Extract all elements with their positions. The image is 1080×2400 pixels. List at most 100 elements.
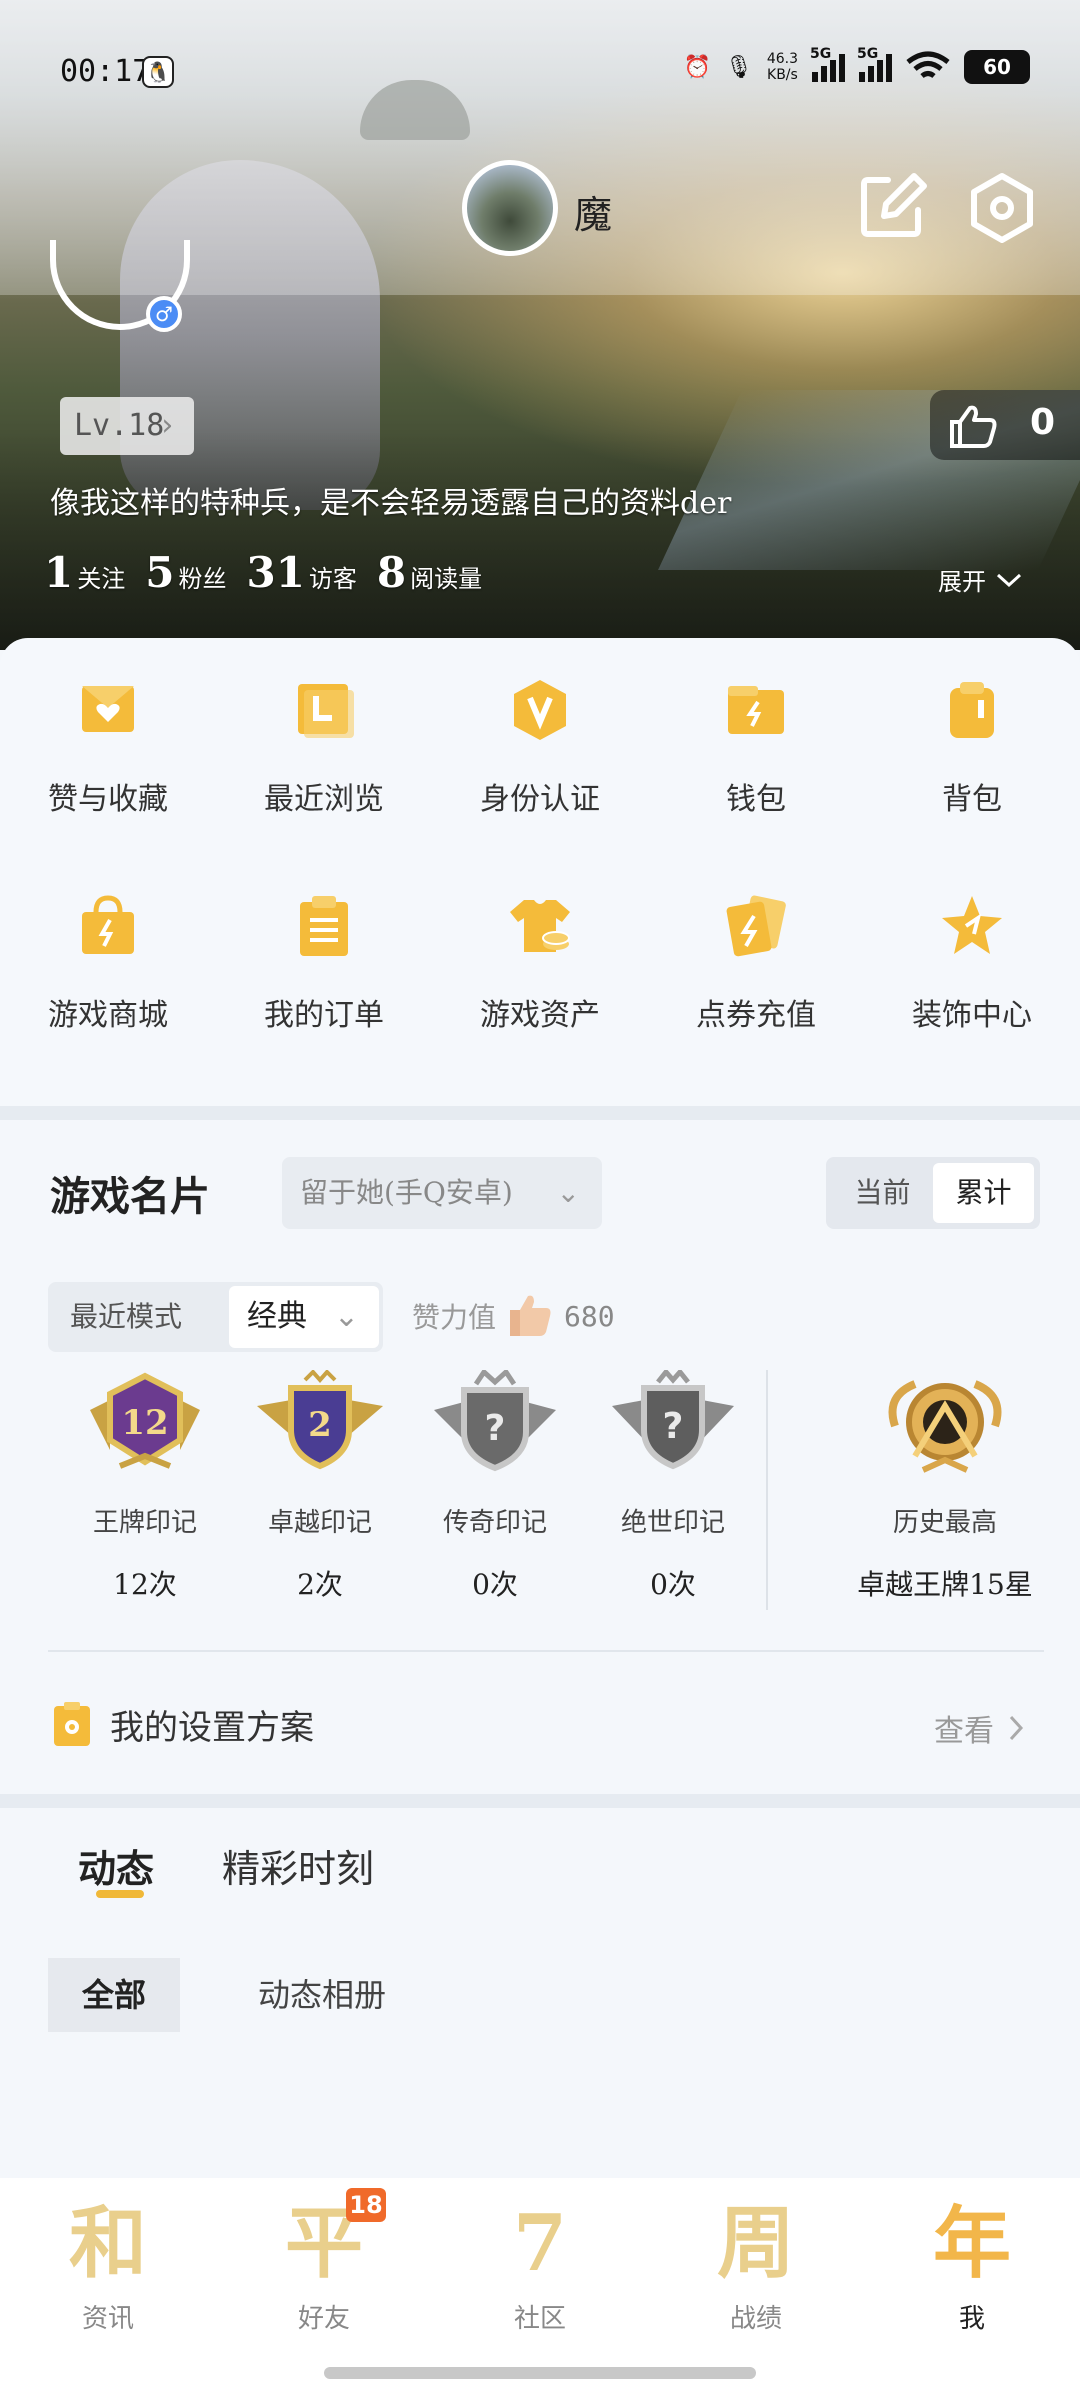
tab-highlights[interactable]: 精彩时刻 <box>222 1838 374 1893</box>
grid-item-assets[interactable]: 游戏资产 <box>432 894 648 1034</box>
grid-item-recent[interactable]: 最近浏览 <box>216 678 432 818</box>
filter-all[interactable]: 全部 <box>48 1958 180 2032</box>
svg-text:2: 2 <box>308 1405 332 1445</box>
level-badge[interactable]: Lv.18 › <box>60 397 194 455</box>
badge-peerless[interactable]: ? 绝世印记 0次 <box>588 1370 758 1603</box>
nav-friends[interactable]: 平 好友 <box>216 2196 432 2335</box>
profile-stats: 1 关注 5 粉丝 31 访客 8 阅读量 <box>44 548 482 597</box>
thumbs-up-icon <box>950 405 997 448</box>
like-button[interactable]: 0 <box>930 390 1080 460</box>
period-toggle: 当前 累计 <box>826 1157 1040 1229</box>
shirt-coins-icon <box>510 900 570 952</box>
active-tab-indicator <box>96 1890 144 1898</box>
chevron-down-icon <box>996 573 1022 587</box>
section-divider <box>0 1106 1080 1120</box>
shop-bag-icon <box>82 895 134 954</box>
grid-item-wallet[interactable]: 钱包 <box>648 678 864 818</box>
stat-visitors[interactable]: 31 访客 <box>246 548 356 597</box>
mode-dropdown[interactable]: 经典 ⌄ <box>229 1286 379 1348</box>
avatar[interactable] <box>462 160 558 256</box>
me-icon: 年 <box>932 2198 1011 2289</box>
chevron-down-icon: ⌄ <box>556 1176 580 1209</box>
verify-icon <box>514 680 566 740</box>
segment-current[interactable]: 当前 <box>832 1163 933 1223</box>
wallet-icon <box>728 686 784 734</box>
signal-icon: 5G <box>810 46 845 82</box>
ace-badge-icon: 12 <box>90 1372 200 1469</box>
grid-item-shop[interactable]: 游戏商城 <box>0 894 216 1034</box>
grid-item-backpack[interactable]: 背包 <box>864 678 1080 818</box>
home-indicator[interactable] <box>324 2367 756 2379</box>
records-icon: 周 <box>716 2198 795 2289</box>
edit-icon[interactable] <box>858 172 928 242</box>
filter-album[interactable]: 动态相册 <box>258 1958 458 2032</box>
praise-value: 赞力值 680 <box>412 1294 615 1338</box>
heart-folder-icon <box>82 686 134 732</box>
grid-item-decor[interactable]: 装饰中心 <box>864 894 1080 1034</box>
view-plan-link[interactable]: 查看 <box>934 1706 1024 1750</box>
nav-me[interactable]: 年 我 <box>864 2196 1080 2335</box>
like-count: 0 <box>1030 402 1056 443</box>
grid-item-orders[interactable]: 我的订单 <box>216 894 432 1034</box>
grid-item-likes-favorites[interactable]: 赞与收藏 <box>0 678 216 818</box>
alarm-icon: ⏰ <box>683 54 711 80</box>
recent-icon <box>298 684 354 738</box>
feature-grid: 赞与收藏 最近浏览 身份认证 钱包 背包 游戏商城 我的订单 游戏资产 点券充值… <box>0 678 1080 1034</box>
section-divider <box>0 1794 1080 1808</box>
status-bar: 00:17 🐧 ⏰ 🎙 46.3 KB/s 5G 5G 60 <box>0 40 1080 110</box>
wifi-icon <box>906 51 950 79</box>
star-icon <box>942 896 1002 954</box>
chevron-right-icon <box>1009 1715 1024 1741</box>
news-icon: 和 <box>68 2198 147 2289</box>
signal-icon-2: 5G <box>857 46 892 82</box>
network-speed: 46.3 KB/s <box>766 51 798 83</box>
settings-plan-row[interactable]: 我的设置方案 查看 <box>48 1690 1044 1760</box>
settings-icon[interactable] <box>966 172 1038 244</box>
clipboard-icon <box>300 896 348 956</box>
expand-button[interactable]: 展开 <box>938 562 1022 597</box>
game-card-title: 游戏名片 <box>50 1173 210 1220</box>
account-select[interactable]: 留于她(手Q安卓) ⌄ <box>282 1157 602 1229</box>
badge-best-rank[interactable]: 历史最高 卓越王牌15星 <box>800 1370 1080 1603</box>
badge-divider <box>766 1370 768 1610</box>
settings-plan-icon <box>54 1702 90 1746</box>
bio-text: 像我这样的特种兵，是不会轻易透露自己的资料der <box>50 486 732 521</box>
grid-item-verify[interactable]: 身份认证 <box>432 678 648 818</box>
peerless-badge-icon: ? <box>612 1370 734 1470</box>
segment-cumulative[interactable]: 累计 <box>933 1163 1034 1223</box>
nav-community[interactable]: 7 社区 <box>432 2196 648 2335</box>
stat-reads[interactable]: 8 阅读量 <box>377 548 482 597</box>
grid-item-recharge[interactable]: 点券充值 <box>648 894 864 1034</box>
feed-tabs: 动态 精彩时刻 <box>0 1808 1080 1898</box>
profile-page: 00:17 🐧 ⏰ 🎙 46.3 KB/s 5G 5G 60 魔 ♂ Lv.18… <box>0 0 1080 2400</box>
nav-records[interactable]: 周 战绩 <box>648 2196 864 2335</box>
svg-text:?: ? <box>663 1406 684 1447</box>
legend-badge-icon: ? <box>434 1370 556 1472</box>
thumbs-up-icon <box>510 1295 551 1336</box>
mic-icon: 🎙 <box>724 54 753 80</box>
friends-icon: 平 <box>284 2198 363 2289</box>
excellence-badge-icon: 2 <box>257 1370 383 1470</box>
badge-ace[interactable]: 12 王牌印记 12次 <box>60 1370 230 1603</box>
community-icon: 7 <box>512 2198 568 2289</box>
nickname: 魔 <box>574 193 613 237</box>
chevron-down-icon: ⌄ <box>333 1299 359 1334</box>
badges-row: 12 王牌印记 12次 2 卓越印记 2次 ? 传奇印记 0次 ? 绝世印记 0… <box>40 1370 1040 1630</box>
status-time: 00:17 <box>60 54 151 89</box>
stat-following[interactable]: 1 关注 <box>44 548 125 597</box>
stat-followers[interactable]: 5 粉丝 <box>145 548 226 597</box>
mode-selector[interactable]: 最近模式 经典 ⌄ <box>48 1282 383 1352</box>
backpack-icon <box>950 682 994 738</box>
male-gender-icon: ♂ <box>146 296 182 332</box>
battery-indicator: 60 <box>964 50 1030 84</box>
feature-panel: 赞与收藏 最近浏览 身份认证 钱包 背包 游戏商城 我的订单 游戏资产 点券充值… <box>0 638 1080 1108</box>
cards-icon <box>726 895 786 957</box>
nav-news[interactable]: 和 资讯 <box>0 2196 216 2335</box>
badge-legend[interactable]: ? 传奇印记 0次 <box>410 1370 580 1603</box>
qq-notification-icon: 🐧 <box>142 56 174 88</box>
card-divider <box>48 1650 1044 1652</box>
friends-notification-badge: 18 <box>346 2188 386 2222</box>
badge-excellence[interactable]: 2 卓越印记 2次 <box>235 1370 405 1603</box>
svg-text:?: ? <box>485 1408 506 1449</box>
tab-posts[interactable]: 动态 <box>78 1838 154 1893</box>
